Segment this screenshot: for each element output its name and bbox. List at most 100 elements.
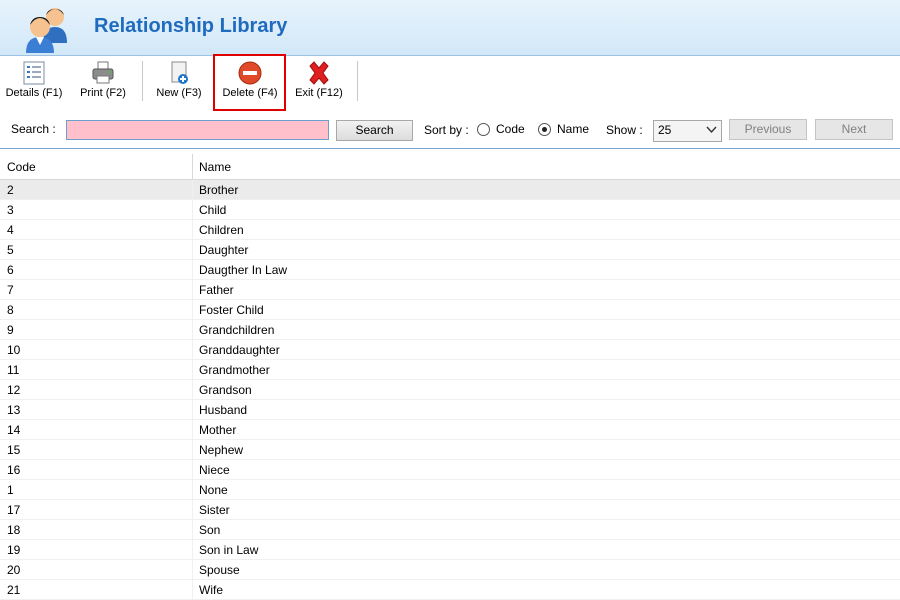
cell-divider <box>192 340 193 360</box>
table-row[interactable]: 2 Brother <box>0 180 900 200</box>
cell-divider <box>192 420 193 440</box>
table-row[interactable]: 5 Daughter <box>0 240 900 260</box>
table-row[interactable]: 14 Mother <box>0 420 900 440</box>
cell-name: None <box>199 483 228 497</box>
exit-label: Exit (F12) <box>295 87 343 99</box>
cell-name: Father <box>199 283 234 297</box>
column-divider[interactable] <box>192 154 193 180</box>
cell-name: Son in Law <box>199 543 259 557</box>
table-row[interactable]: 11 Grandmother <box>0 360 900 380</box>
cell-name: Brother <box>199 183 239 197</box>
cell-divider <box>192 260 193 280</box>
page-size-select[interactable]: 25 <box>653 120 722 142</box>
search-input[interactable] <box>66 120 329 140</box>
cell-divider <box>192 400 193 420</box>
table-row[interactable]: 10 Granddaughter <box>0 340 900 360</box>
cell-divider <box>192 540 193 560</box>
cell-divider <box>192 280 193 300</box>
cell-divider <box>192 500 193 520</box>
people-icon <box>26 8 67 53</box>
table-row[interactable]: 13 Husband <box>0 400 900 420</box>
cell-divider <box>192 300 193 320</box>
page-title: Relationship Library <box>94 15 288 37</box>
cell-code: 1 <box>7 483 14 497</box>
table-row[interactable]: 12 Grandson <box>0 380 900 400</box>
cell-code: 5 <box>7 243 14 257</box>
table-row[interactable]: 15 Nephew <box>0 440 900 460</box>
new-document-icon <box>171 61 188 84</box>
cell-code: 15 <box>7 443 21 457</box>
table-row[interactable]: 20 Spouse <box>0 560 900 580</box>
cell-name: Grandson <box>199 383 252 397</box>
delete-highlight-box <box>213 54 286 111</box>
cell-divider <box>192 460 193 480</box>
sort-name-label: Name <box>557 122 590 136</box>
cell-name: Foster Child <box>199 303 264 317</box>
cell-code: 10 <box>7 343 21 357</box>
table-row[interactable]: 8 Foster Child <box>0 300 900 320</box>
table-row[interactable]: 18 Son <box>0 520 900 540</box>
page-size-value: 25 <box>658 123 672 137</box>
cell-code: 17 <box>7 503 21 517</box>
table-header: Code Name <box>0 154 900 180</box>
cell-code: 6 <box>7 263 14 277</box>
toolbar-separator <box>357 61 358 101</box>
cell-code: 11 <box>7 363 20 377</box>
radio-circle-checked[interactable] <box>538 122 551 136</box>
previous-button[interactable]: Previous <box>729 119 807 140</box>
cell-divider <box>192 560 193 580</box>
relationship-table: Code Name 2 Brother 3 Child 4 Children 5 Daught… <box>0 154 900 600</box>
cell-code: 16 <box>7 463 21 477</box>
cell-code: 21 <box>7 583 21 597</box>
table-row[interactable]: 6 Daugther In Law <box>0 260 900 280</box>
table-row[interactable]: 4 Children <box>0 220 900 240</box>
table-row[interactable]: 7 Father <box>0 280 900 300</box>
table-row[interactable]: 17 Sister <box>0 500 900 520</box>
cell-name: Wife <box>199 583 223 597</box>
cell-name: Grandchildren <box>199 323 275 337</box>
chevron-down-icon <box>706 126 717 134</box>
printer-icon <box>92 61 114 84</box>
exit-button[interactable]: Exit (F12) <box>292 57 346 105</box>
show-label: Show : <box>606 123 643 137</box>
cell-name: Son <box>199 523 221 537</box>
table-row[interactable]: 3 Child <box>0 200 900 220</box>
cell-divider <box>192 240 193 260</box>
cell-name: Sister <box>199 503 230 517</box>
table-row[interactable]: 19 Son in Law <box>0 540 900 560</box>
new-label: New (F3) <box>156 87 202 99</box>
cell-name: Granddaughter <box>199 343 280 357</box>
table-row[interactable]: 9 Grandchildren <box>0 320 900 340</box>
table-row[interactable]: 21 Wife <box>0 580 900 600</box>
cell-name: Nephew <box>199 443 244 457</box>
column-header-code[interactable]: Code <box>7 160 36 174</box>
radio-circle[interactable] <box>477 122 490 136</box>
table-row[interactable]: 16 Niece <box>0 460 900 480</box>
cell-code: 14 <box>7 423 21 437</box>
cell-divider <box>192 380 193 400</box>
table-row[interactable]: 1 None <box>0 480 900 500</box>
cell-code: 13 <box>7 403 21 417</box>
search-button[interactable]: Search <box>336 120 413 141</box>
cell-divider <box>192 440 193 460</box>
sort-name-radio[interactable]: Name <box>538 122 589 136</box>
cell-code: 2 <box>7 183 14 197</box>
cell-divider <box>192 360 193 380</box>
search-bar: Search : Search Sort by : Code Name Show… <box>0 113 900 149</box>
cell-divider <box>192 520 193 540</box>
print-button[interactable]: Print (F2) <box>76 57 130 105</box>
cell-name: Spouse <box>199 563 240 577</box>
cell-name: Grandmother <box>199 363 270 377</box>
new-button[interactable]: New (F3) <box>152 57 206 105</box>
sort-code-radio[interactable]: Code <box>477 122 525 136</box>
cell-divider <box>192 480 193 500</box>
next-button[interactable]: Next <box>815 119 893 140</box>
cell-code: 7 <box>7 283 14 297</box>
cell-divider <box>192 320 193 340</box>
details-button[interactable]: Details (F1) <box>4 57 64 105</box>
column-header-name[interactable]: Name <box>199 160 231 174</box>
cell-divider <box>192 580 193 600</box>
cell-code: 19 <box>7 543 21 557</box>
cell-name: Children <box>199 223 244 237</box>
details-label: Details (F1) <box>5 87 63 99</box>
